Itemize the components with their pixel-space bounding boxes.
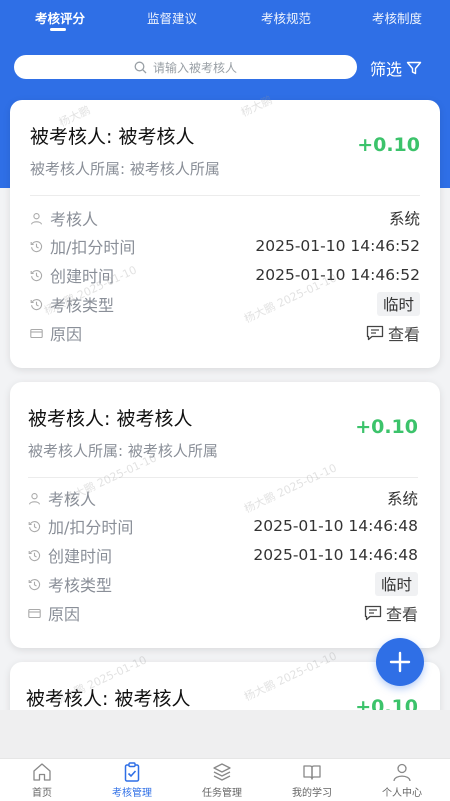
- tabbar-item-home[interactable]: 首页: [7, 761, 77, 799]
- card-icon: [30, 326, 44, 340]
- top-tabs: 考核评分 监督建议 考核规范 考核制度: [0, 0, 450, 40]
- history-icon: [28, 577, 42, 591]
- view-label: 查看: [385, 605, 418, 624]
- score-time-value: 2025-01-10 14:46:48: [253, 517, 418, 535]
- clipboard-check-icon: [124, 762, 140, 782]
- assessor-label: 考核人: [48, 490, 97, 509]
- reason-label: 原因: [50, 325, 83, 344]
- row-type: 考核类型 临时: [28, 572, 418, 596]
- list-bottom-area: [0, 710, 450, 758]
- assessment-card[interactable]: 被考核人: 被考核人 +0.10 被考核人所属: 被考核人所属 考核人 系统 加…: [10, 382, 440, 648]
- created-time-label: 创建时间: [48, 547, 113, 566]
- user-icon: [393, 763, 411, 782]
- view-label: 查看: [387, 325, 420, 344]
- type-label: 考核类型: [48, 576, 113, 595]
- search-icon: [134, 61, 147, 73]
- message-icon: [364, 605, 382, 621]
- tabbar-item-tasks[interactable]: 任务管理: [187, 761, 257, 799]
- row-created-time: 创建时间 2025-01-10 14:46:52: [30, 263, 420, 287]
- history-icon: [28, 548, 42, 562]
- filter-icon: [406, 61, 422, 75]
- filter-button[interactable]: 筛选: [370, 56, 422, 80]
- assessor-value: 系统: [386, 490, 418, 508]
- search-placeholder: 请输入被考核人: [152, 60, 237, 75]
- created-time-value: 2025-01-10 14:46:48: [253, 546, 418, 564]
- tabbar-item-learning[interactable]: 我的学习: [277, 761, 347, 799]
- tabbar-label: 考核管理: [112, 788, 152, 799]
- card-title: 被考核人: 被考核人: [26, 688, 191, 710]
- history-icon: [30, 268, 44, 282]
- book-icon: [303, 765, 321, 780]
- assessor-label: 考核人: [50, 210, 99, 229]
- message-icon: [366, 325, 384, 341]
- card-icon: [28, 606, 42, 620]
- card-score: +0.10: [355, 416, 418, 438]
- bottom-tab-bar: 首页 考核管理 任务管理 我的学习 个人中心: [0, 758, 450, 801]
- assessor-value: 系统: [388, 210, 420, 228]
- row-assessor: 考核人 系统: [28, 486, 418, 510]
- home-icon: [33, 763, 51, 781]
- score-time-value: 2025-01-10 14:46:52: [255, 237, 420, 255]
- row-reason: 原因 查看: [30, 321, 420, 345]
- created-time-value: 2025-01-10 14:46:52: [255, 266, 420, 284]
- filter-label: 筛选: [370, 60, 403, 79]
- tab-assessment-system[interactable]: 考核制度: [372, 8, 422, 27]
- tabbar-label: 我的学习: [292, 788, 332, 799]
- type-tag: 临时: [374, 572, 418, 596]
- card-divider: [28, 477, 418, 478]
- view-button[interactable]: 查看: [364, 601, 418, 625]
- row-created-time: 创建时间 2025-01-10 14:46:48: [28, 543, 418, 567]
- card-title: 被考核人: 被考核人: [30, 126, 195, 148]
- reason-label: 原因: [48, 605, 81, 624]
- type-tag: 临时: [376, 292, 420, 316]
- tabbar-label: 个人中心: [382, 788, 422, 799]
- score-time-label: 加/扣分时间: [48, 518, 134, 537]
- type-label: 考核类型: [50, 296, 115, 315]
- tabbar-label: 首页: [32, 788, 52, 799]
- add-button[interactable]: [376, 638, 424, 686]
- tab-assessment-norms[interactable]: 考核规范: [261, 8, 311, 27]
- plus-icon: [389, 651, 411, 673]
- history-icon: [30, 297, 44, 311]
- card-subtitle: 被考核人所属: 被考核人所属: [30, 160, 220, 178]
- created-time-label: 创建时间: [50, 267, 115, 286]
- tabbar-item-assessment[interactable]: 考核管理: [97, 761, 167, 799]
- row-score-time: 加/扣分时间 2025-01-10 14:46:48: [28, 514, 418, 538]
- card-divider: [30, 195, 420, 196]
- search-input[interactable]: 请输入被考核人: [14, 55, 357, 79]
- row-type: 考核类型 临时: [30, 292, 420, 316]
- card-title: 被考核人: 被考核人: [28, 408, 193, 430]
- layers-icon: [213, 763, 231, 781]
- active-tab-indicator: [50, 28, 66, 31]
- history-icon: [30, 239, 44, 253]
- row-assessor: 考核人 系统: [30, 206, 420, 230]
- row-score-time: 加/扣分时间 2025-01-10 14:46:52: [30, 234, 420, 258]
- view-button[interactable]: 查看: [366, 321, 420, 345]
- tabbar-label: 任务管理: [202, 788, 242, 799]
- tab-supervision-advice[interactable]: 监督建议: [147, 8, 197, 27]
- assessment-card[interactable]: 被考核人: 被考核人 +0.10 被考核人所属: 被考核人所属 考核人 系统 加…: [10, 100, 440, 368]
- tab-assessment-score[interactable]: 考核评分: [35, 8, 85, 27]
- score-time-label: 加/扣分时间: [50, 238, 136, 257]
- history-icon: [28, 519, 42, 533]
- card-subtitle: 被考核人所属: 被考核人所属: [28, 442, 218, 460]
- tabbar-item-profile[interactable]: 个人中心: [367, 761, 437, 799]
- user-icon: [30, 211, 44, 225]
- card-score: +0.10: [357, 134, 420, 156]
- user-icon: [28, 491, 42, 505]
- row-reason: 原因 查看: [28, 601, 418, 625]
